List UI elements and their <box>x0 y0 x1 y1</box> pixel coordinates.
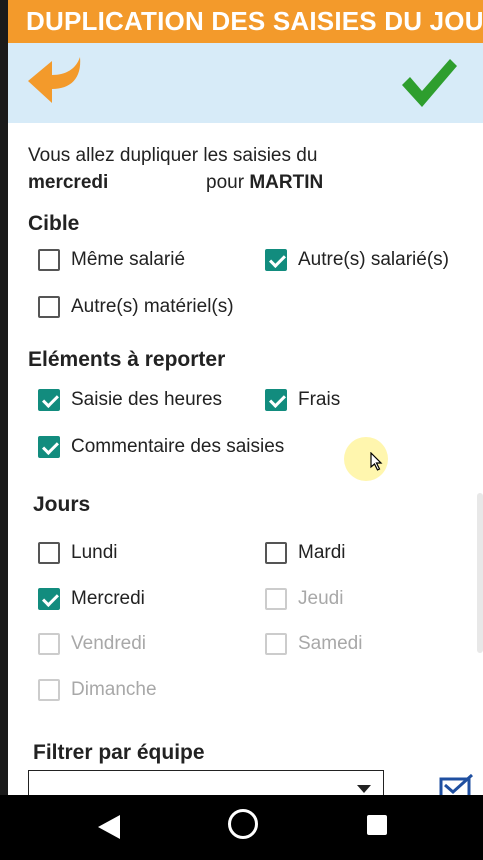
intro-text: Vous allez dupliquer les saisies du merc… <box>28 145 323 194</box>
checkbox-label: Lundi <box>71 542 118 563</box>
checkbox-box[interactable] <box>38 296 60 318</box>
checkbox-box[interactable] <box>38 436 60 458</box>
android-nav-bar <box>0 795 483 860</box>
employee-name: MARTIN <box>249 172 324 193</box>
checkbox-box[interactable] <box>265 249 287 271</box>
checkbox-label: Jeudi <box>298 588 344 609</box>
checkbox-label: Samedi <box>298 633 363 654</box>
section-title-filter: Filtrer par équipe <box>33 741 205 764</box>
checkbox-label: Commentaire des saisies <box>71 436 285 457</box>
checkbox-label: Saisie des heures <box>71 389 223 410</box>
checkbox-label: Même salarié <box>71 249 186 270</box>
checkbox-dimanche: Dimanche <box>38 679 157 701</box>
duplication-screen: DUPLICATION DES SAISIES DU JOUR Vous all… <box>0 0 483 860</box>
checkbox-label: Frais <box>298 389 341 410</box>
checkbox-box[interactable] <box>38 249 60 271</box>
action-toolbar <box>8 43 483 123</box>
selected-day: mercredi <box>28 172 109 193</box>
form-content: Vous allez dupliquer les saisies du merc… <box>8 123 483 800</box>
checkbox-box <box>38 679 60 701</box>
checkbox-label: Dimanche <box>71 679 157 700</box>
checkbox-label: Mardi <box>298 542 346 563</box>
checkbox-mardi[interactable]: Mardi <box>265 542 346 564</box>
checkbox-label: Autre(s) salarié(s) <box>298 249 449 270</box>
checkbox-box[interactable] <box>38 588 60 610</box>
nav-back-icon[interactable] <box>96 813 122 841</box>
checkbox-box <box>38 633 60 655</box>
dropdown-arrow-icon <box>357 785 371 793</box>
checkbox-lundi[interactable]: Lundi <box>38 542 118 564</box>
checkbox-autres-materiels[interactable]: Autre(s) matériel(s) <box>38 296 234 318</box>
checkbox-label: Autre(s) matériel(s) <box>71 296 234 317</box>
checkbox-saisie-heures[interactable]: Saisie des heures <box>38 389 222 411</box>
checkbox-jeudi: Jeudi <box>265 588 343 610</box>
checkbox-samedi: Samedi <box>265 633 362 655</box>
section-title-jours: Jours <box>33 493 91 516</box>
checkbox-box[interactable] <box>38 389 60 411</box>
checkbox-autres-salaries[interactable]: Autre(s) salarié(s) <box>265 249 449 271</box>
checkbox-commentaire[interactable]: Commentaire des saisies <box>38 436 284 458</box>
scrollbar-thumb[interactable] <box>477 493 483 653</box>
check-icon <box>402 59 457 107</box>
checkbox-box[interactable] <box>38 542 60 564</box>
intro-line: Vous allez dupliquer les saisies du <box>28 145 318 166</box>
checkbox-box <box>265 633 287 655</box>
back-button[interactable] <box>26 55 88 111</box>
curved-back-arrow-icon <box>28 57 81 103</box>
nav-recent-apps-icon[interactable] <box>367 815 387 835</box>
checkbox-vendredi: Vendredi <box>38 633 146 655</box>
window-edge <box>0 0 8 795</box>
title-bar: DUPLICATION DES SAISIES DU JOUR <box>8 0 483 43</box>
checkbox-box <box>265 588 287 610</box>
checkbox-label: Vendredi <box>71 633 147 654</box>
checkbox-label: Mercredi <box>71 588 145 609</box>
section-title-cible: Cible <box>28 212 80 235</box>
checkbox-meme-salarie[interactable]: Même salarié <box>38 249 185 271</box>
employee-line: pour MARTIN <box>206 172 323 194</box>
mouse-cursor-icon <box>370 452 383 471</box>
nav-home-icon[interactable] <box>228 809 258 839</box>
checkbox-mercredi[interactable]: Mercredi <box>38 588 145 610</box>
checkbox-box[interactable] <box>265 542 287 564</box>
checkbox-box[interactable] <box>265 389 287 411</box>
confirm-button[interactable] <box>400 57 458 109</box>
pour-label: pour <box>206 172 245 193</box>
page-title: DUPLICATION DES SAISIES DU JOUR <box>26 6 483 36</box>
section-title-elements: Eléments à reporter <box>28 348 226 371</box>
checkbox-frais[interactable]: Frais <box>265 389 340 411</box>
intro-second-line: mercredi pour MARTIN <box>28 172 323 194</box>
filter-checkbox-icon[interactable] <box>439 773 475 795</box>
